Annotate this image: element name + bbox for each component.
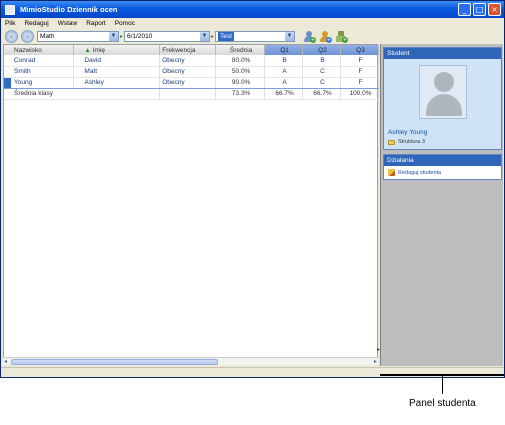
arrow-icon: ▸ [211,32,215,40]
cell-first-name[interactable]: David [73,55,161,67]
menu-insert[interactable]: Wstaw [58,20,78,27]
student-file-label: Struktura 3 [398,139,425,145]
student-file[interactable]: Struktura 3 [388,139,425,145]
arrow-icon: ▸ [120,32,124,40]
add-group-icon[interactable]: + [319,30,333,43]
class-average-value: 73.3% [215,88,266,100]
cell-attendance[interactable]: Obecny [159,55,217,67]
cell-q3[interactable]: F [340,76,380,89]
minimize-button[interactable]: _ [458,3,471,16]
student-panel-area: Student Ashley Young Struktura 3 Działan… [380,44,503,366]
edit-student-label: Redaguj studenta [398,169,442,176]
class-combo-value: Math [40,32,55,40]
scroll-right-icon[interactable]: ▸ [374,358,377,365]
date-combo-value: 6/1/2010 [127,32,153,40]
callout-label: Panel studenta [409,398,476,409]
col-header-attendance[interactable]: Frekwencja [159,45,217,55]
class-average-label: Średnia klasy [4,88,161,100]
cell-q1[interactable]: A [264,76,304,89]
sort-ascending-icon: ▲ [84,46,91,54]
class-average-q1: 66.7% [264,88,304,100]
student-name: Ashley Young [388,129,428,136]
date-combo[interactable]: 6/1/2010 ▼ [124,30,211,42]
cell-q2[interactable]: C [302,66,341,78]
cell-last-name[interactable]: Young [4,76,75,89]
class-average-q3: 100.0% [340,88,380,100]
student-panel-body: Ashley Young Struktura 3 [384,59,501,149]
app-icon [5,4,15,15]
table-row[interactable]: Conrad David Obecny 80.0% B B F [4,55,380,67]
cell-average: 80.0% [215,55,266,67]
type-combo[interactable]: Test ▼ [215,30,296,42]
actions-panel: Działania Redaguj studenta [383,154,502,180]
cell-q2[interactable]: B [302,55,341,67]
pencil-icon [388,169,395,176]
table-row[interactable]: Smith Matt Obecny 50.0% A C F [4,66,380,78]
app-window: MimioStudio Dziennik ocen _ □ × Plik Red… [0,0,505,378]
table-row-selected[interactable]: Young Ashley Obecny 90.0% A C F [4,76,380,89]
class-average-q2: 66.7% [302,88,341,100]
folder-icon [388,139,395,145]
scrollbar-thumb[interactable] [11,359,218,365]
menu-help[interactable]: Pomoc [115,20,135,27]
back-icon[interactable]: ‹ [5,29,18,43]
col-header-q3[interactable]: Q3 [340,45,380,55]
col-header-first-name[interactable]: ▲ Imię [73,45,161,55]
horizontal-scrollbar[interactable]: ◂ ▸ [3,357,378,365]
col-header-last-name[interactable]: Nazwisko [4,45,75,55]
window-title: MimioStudio Dziennik ocen [20,5,118,14]
cell-first-name[interactable]: Matt [73,66,161,78]
close-button[interactable]: × [488,3,501,16]
forward-icon[interactable]: › [21,29,34,43]
cell-average: 90.0% [215,76,266,89]
chevron-down-icon[interactable]: ▼ [200,31,210,41]
type-combo-value: Test [218,31,234,41]
actions-panel-header: Działania [384,155,501,166]
grade-grid: Nazwisko ▲ Imię Frekwencja Średnia Q1 Q2… [3,44,380,365]
cell-q1[interactable]: A [264,66,304,78]
toolbar: ‹ › Math ▼ ▸ 6/1/2010 ▼ ▸ Test ▼ + + + [1,29,504,43]
student-panel-header: Student [384,48,501,59]
cell-attendance[interactable]: Obecny [159,76,217,89]
menu-bar: Plik Redaguj Wstaw Raport Pomoc [1,18,504,29]
student-panel: Student Ashley Young Struktura 3 [383,47,502,150]
avatar[interactable] [419,65,467,119]
col-header-average[interactable]: Średnia [215,45,266,55]
cell-first-name[interactable]: Ashley [73,76,161,89]
title-bar: MimioStudio Dziennik ocen _ □ × [1,1,504,18]
cell-q3[interactable]: F [340,55,380,67]
edit-student-link[interactable]: Redaguj studenta [384,166,501,179]
chevron-down-icon[interactable]: ▼ [285,31,295,41]
chevron-down-icon[interactable]: ▼ [109,31,118,41]
add-student-icon[interactable]: + [303,30,317,43]
scroll-left-icon[interactable]: ◂ [4,358,7,365]
cell-average: 50.0% [215,66,266,78]
menu-report[interactable]: Raport [86,20,106,27]
cell-attendance[interactable]: Obecny [159,66,217,78]
splitter-arrow-icon[interactable]: ▸ [377,346,380,353]
cell-last-name[interactable]: Smith [4,66,75,78]
maximize-button[interactable]: □ [473,3,486,16]
col-header-q2[interactable]: Q2 [302,45,341,55]
cell-q2[interactable]: C [302,76,341,89]
cell-q3[interactable]: F [340,66,380,78]
cell-last-name[interactable]: Conrad [4,55,75,67]
class-average-row: Średnia klasy 73.3% 66.7% 66.7% 100.0% [4,88,380,100]
add-assignment-icon[interactable]: + [335,30,349,43]
class-combo[interactable]: Math ▼ [37,30,119,42]
callout-line [442,376,443,394]
col-header-q1[interactable]: Q1 [264,45,304,55]
menu-file[interactable]: Plik [5,20,15,27]
row-selector[interactable] [4,77,11,88]
cell-q1[interactable]: B [264,55,304,67]
menu-edit[interactable]: Redaguj [24,20,48,27]
cell-attendance [159,88,217,100]
